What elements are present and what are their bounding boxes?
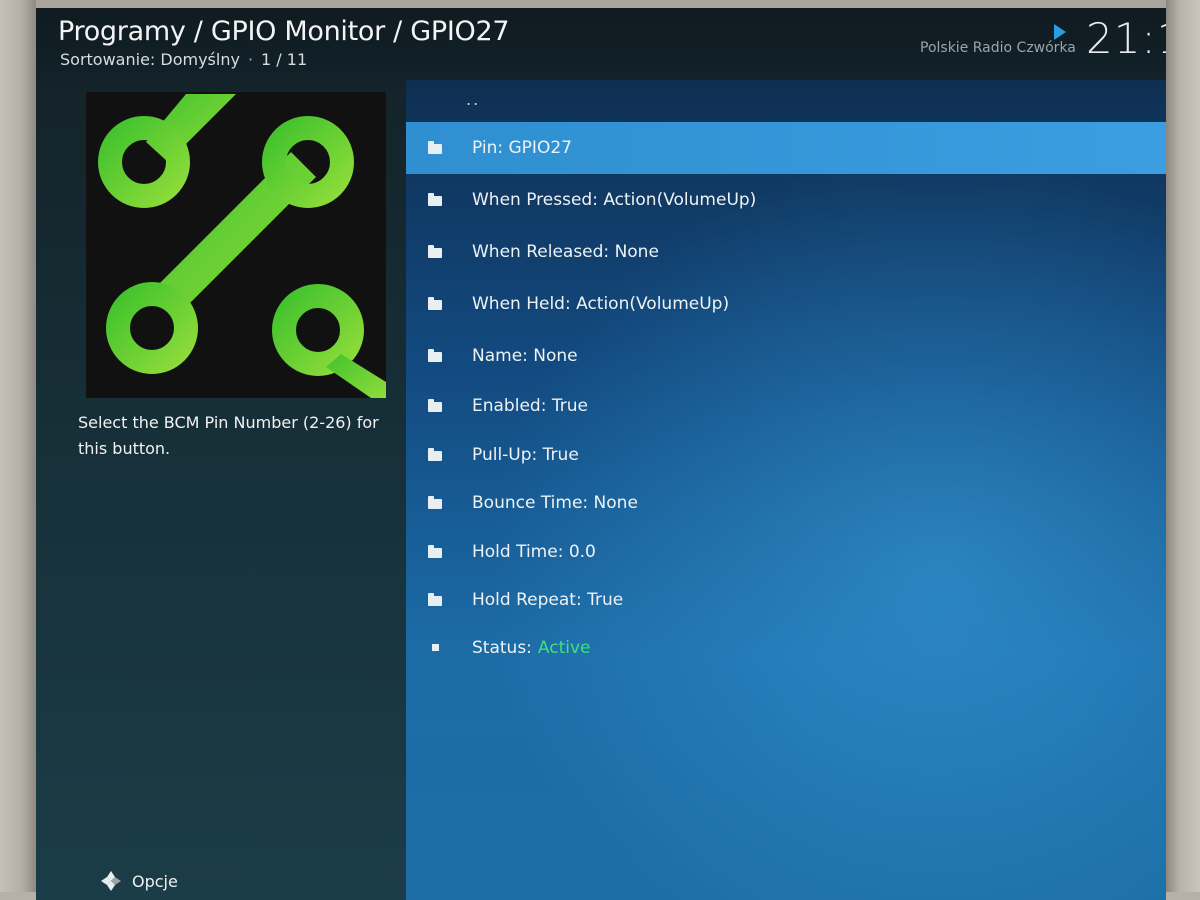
list-item-label: Hold Repeat: True [472,590,624,610]
list-item-label: When Held: Action(VolumeUp) [472,294,730,314]
list-item-label: When Released: None [472,242,659,262]
folder-icon [428,399,444,412]
list-item-name[interactable]: Name: None [406,330,1166,382]
folder-icon [428,245,444,258]
status-value: Active [537,638,591,658]
list-item-label: Hold Time: 0.0 [472,542,596,562]
item-description: Select the BCM Pin Number (2-26) for thi… [78,413,379,458]
folder-icon [428,193,444,206]
list-item-status[interactable]: Status: Active [406,622,1166,674]
list-item-label: Enabled: True [472,396,588,416]
list-item-enabled[interactable]: Enabled: True [406,380,1166,432]
clock: 21:17 [1086,14,1166,63]
list-item-hold-time[interactable]: Hold Time: 0.0 [406,526,1166,578]
list-item-label: Bounce Time: None [472,493,638,513]
folder-icon [428,545,444,558]
list-item-label: Pin: GPIO27 [472,138,572,158]
kodi-screen: Programy / GPIO Monitor / GPIO27 Sortowa… [36,8,1166,900]
folder-icon [428,593,444,606]
breadcrumb: Programy / GPIO Monitor / GPIO27 [58,16,510,47]
sort-info[interactable]: Sortowanie: Domyślny · 1 / 11 [60,50,307,69]
options-button[interactable]: Opcje [100,870,178,892]
info-panel: Select the BCM Pin Number (2-26) for thi… [36,80,406,900]
folder-icon [428,297,444,310]
folder-icon [428,448,444,461]
parent-folder-item[interactable]: .. [466,90,480,109]
folder-icon [428,496,444,509]
play-icon[interactable] [1054,24,1066,40]
options-label: Opcje [132,871,178,891]
addon-thumbnail [86,92,386,398]
list-item-bounce-time[interactable]: Bounce Time: None [406,477,1166,529]
folder-icon [428,141,444,154]
list-item-when-released[interactable]: When Released: None [406,226,1166,278]
item-position: 1 / 11 [261,50,308,69]
monitor-bezel-left [0,0,36,900]
list-item-label: Pull-Up: True [472,445,579,465]
status-label: Status: [472,638,532,658]
list-item-pin[interactable]: Pin: GPIO27 [406,122,1166,174]
circuit-icon [98,94,386,398]
list-item-label: Name: None [472,346,578,366]
list-item-pull-up[interactable]: Pull-Up: True [406,429,1166,481]
header-bar: Programy / GPIO Monitor / GPIO27 Sortowa… [36,8,1166,80]
bullet-icon [428,642,444,654]
monitor-bezel-right [1166,0,1200,900]
sort-label: Sortowanie: Domyślny [60,50,240,69]
settings-list: .. Pin: GPIO27 When Pressed: Action(Volu… [406,80,1166,900]
now-playing-label: Polskie Radio Czwórka [920,40,1076,56]
separator-dot: · [247,50,254,69]
list-item-label: When Pressed: Action(VolumeUp) [472,190,757,210]
folder-icon [428,349,444,362]
list-item-when-pressed[interactable]: When Pressed: Action(VolumeUp) [406,174,1166,226]
options-icon [100,870,122,892]
list-item-when-held[interactable]: When Held: Action(VolumeUp) [406,278,1166,330]
list-item-hold-repeat[interactable]: Hold Repeat: True [406,574,1166,626]
